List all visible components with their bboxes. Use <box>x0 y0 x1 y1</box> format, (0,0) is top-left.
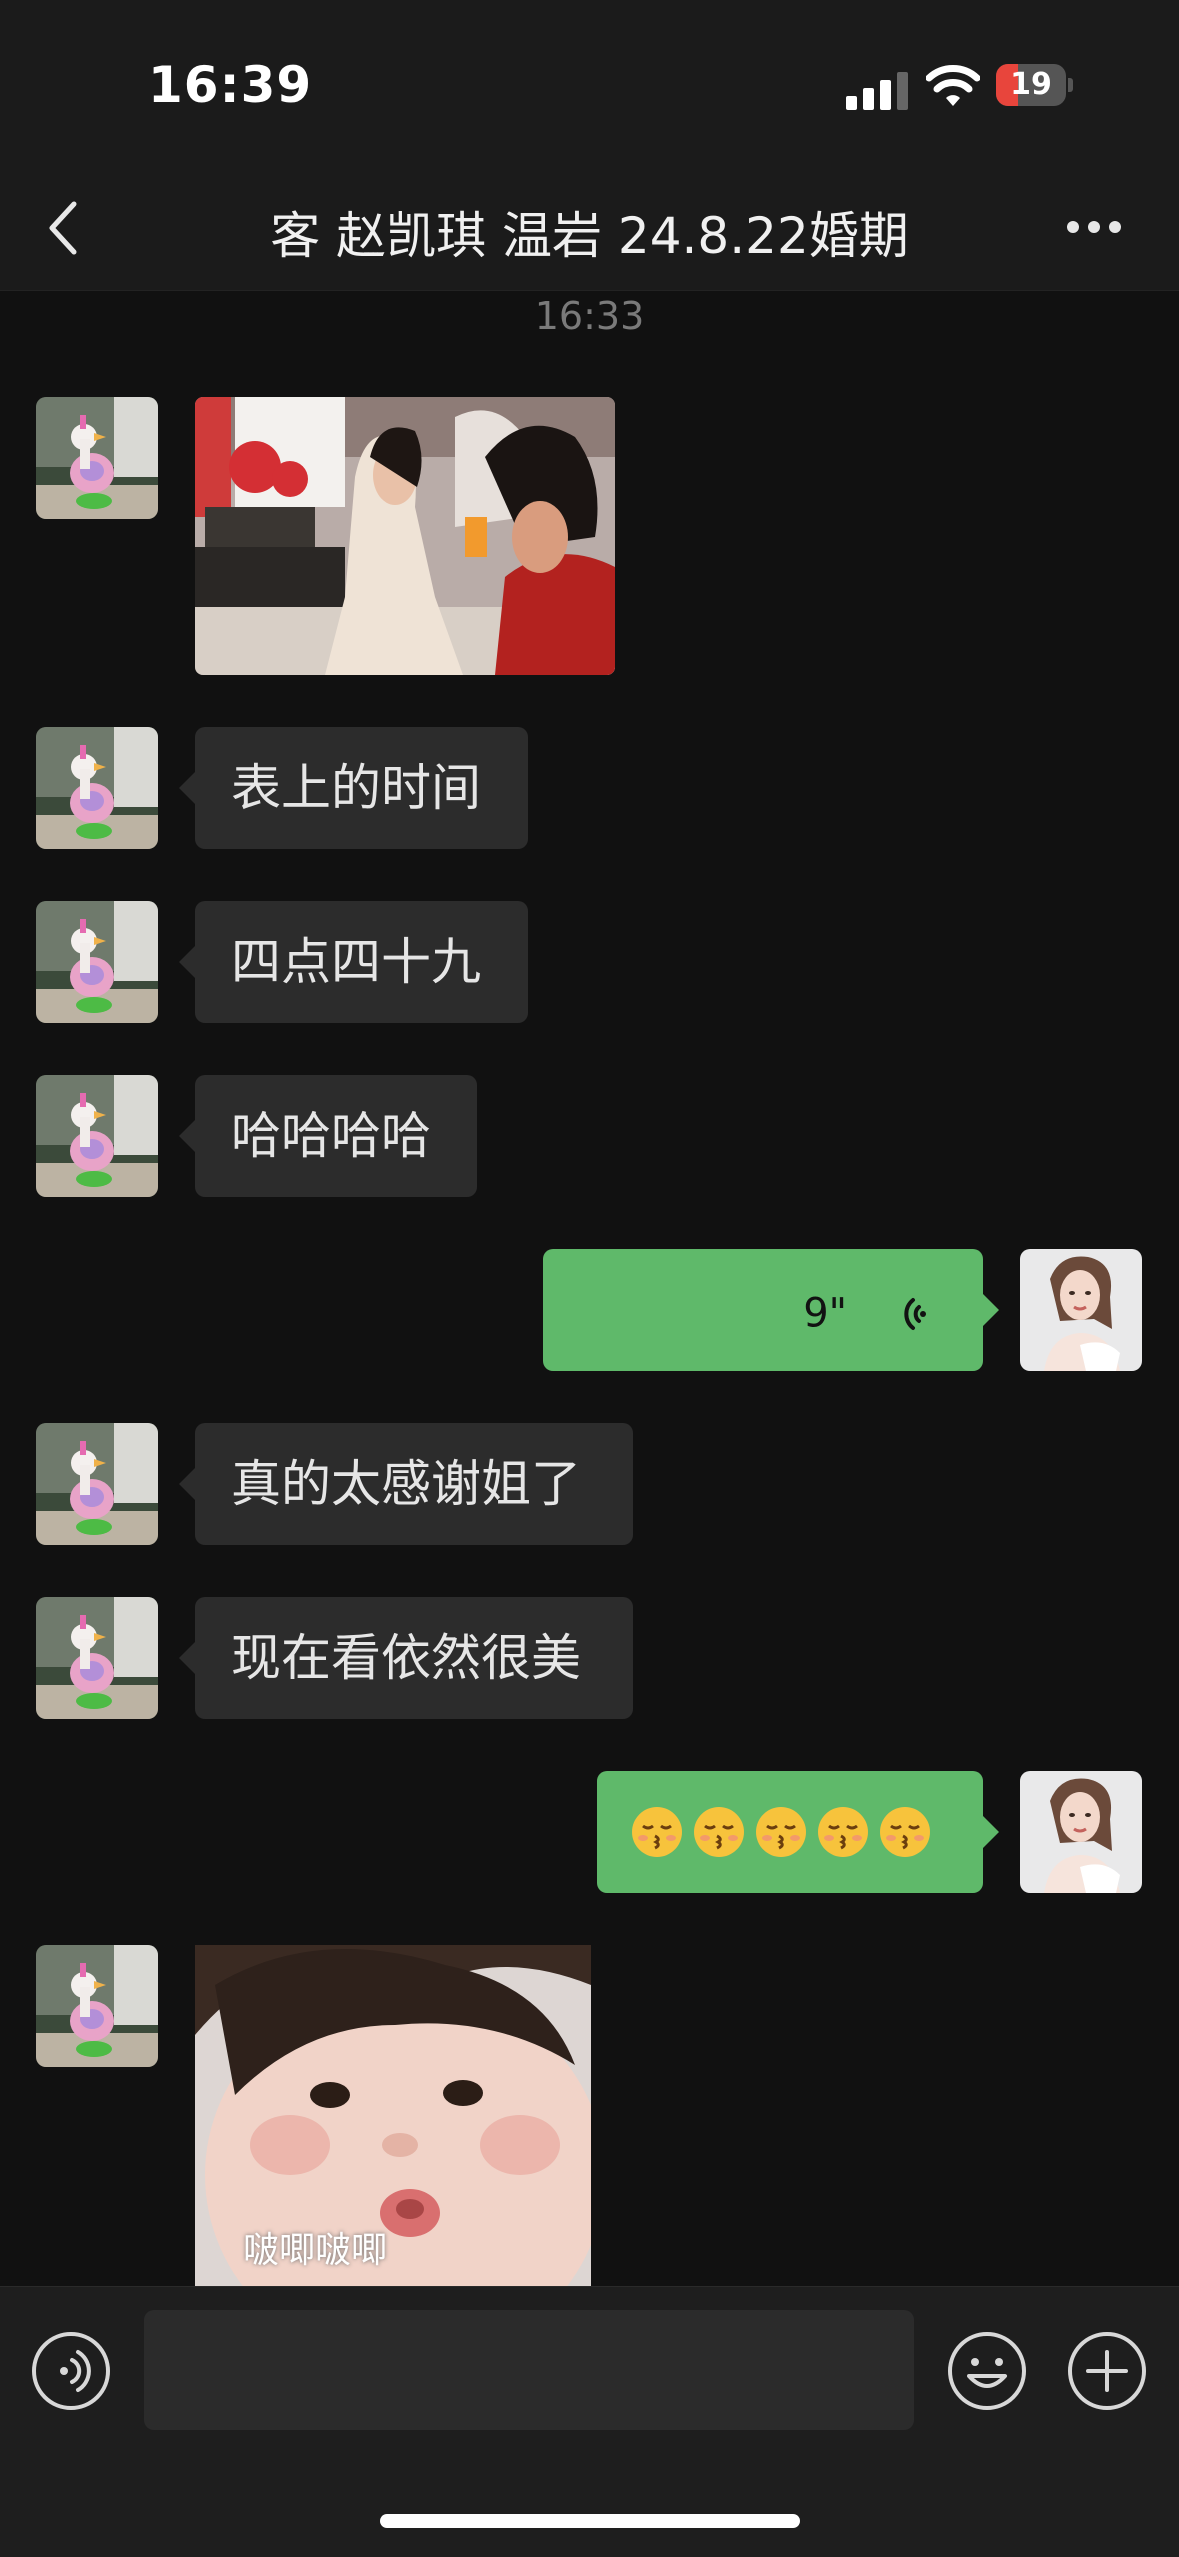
voice-message-bubble[interactable]: 9" <box>543 1249 999 1371</box>
voice-wave-icon <box>904 1297 926 1330</box>
emoji-message-bubble[interactable] <box>597 1771 999 1893</box>
voice-duration: 9" <box>803 1290 848 1337</box>
contact-avatar[interactable] <box>36 1423 158 1545</box>
message-bubble-incoming[interactable]: 四点四十九 <box>179 901 528 1023</box>
more-options-icon[interactable] <box>1066 220 1122 234</box>
status-time: 16:39 <box>148 56 313 114</box>
message-text: 四点四十九 <box>231 933 481 991</box>
battery-icon: 19 <box>996 64 1076 108</box>
message-bubble-incoming[interactable]: 表上的时间 <box>179 727 528 849</box>
photo-message[interactable] <box>195 397 615 675</box>
sticker-caption: 啵唧啵唧 <box>243 2230 388 2271</box>
message-text: 表上的时间 <box>231 759 481 817</box>
message-text: 哈哈哈哈 <box>231 1107 431 1165</box>
contact-avatar[interactable] <box>36 901 158 1023</box>
chat-title: 客 赵凯琪 温岩 24.8.22婚期 <box>270 207 909 265</box>
contact-avatar[interactable] <box>36 1597 158 1719</box>
message-input[interactable] <box>144 2310 914 2430</box>
cellular-signal-icon <box>846 72 908 110</box>
message-timestamp: 16:33 <box>534 294 645 338</box>
battery-level: 19 <box>1010 67 1052 102</box>
kissing-face-emoji-icon <box>632 1807 682 1857</box>
contact-avatar[interactable] <box>36 1945 158 2067</box>
my-avatar[interactable] <box>1020 1249 1142 1371</box>
contact-avatar[interactable] <box>36 727 158 849</box>
smiley-icon[interactable] <box>946 2330 1028 2412</box>
sticker-message[interactable]: 啵唧啵唧 <box>195 1945 591 2286</box>
wifi-icon <box>926 65 980 106</box>
home-indicator[interactable] <box>380 2514 800 2528</box>
message-bubble-incoming[interactable]: 哈哈哈哈 <box>179 1075 477 1197</box>
message-text: 真的太感谢姐了 <box>231 1455 581 1513</box>
kissing-face-emoji-icon <box>880 1807 930 1857</box>
voice-toggle-icon[interactable] <box>30 2330 112 2412</box>
message-text: 现在看依然很美 <box>231 1629 581 1687</box>
contact-avatar[interactable] <box>36 397 158 519</box>
my-avatar[interactable] <box>1020 1771 1142 1893</box>
message-bubble-incoming[interactable]: 真的太感谢姐了 <box>179 1423 633 1545</box>
kissing-face-emoji-icon <box>756 1807 806 1857</box>
plus-icon[interactable] <box>1066 2330 1148 2412</box>
kissing-face-emoji-icon <box>694 1807 744 1857</box>
message-bubble-incoming[interactable]: 现在看依然很美 <box>179 1597 633 1719</box>
contact-avatar[interactable] <box>36 1075 158 1197</box>
kissing-face-emoji-icon <box>818 1807 868 1857</box>
